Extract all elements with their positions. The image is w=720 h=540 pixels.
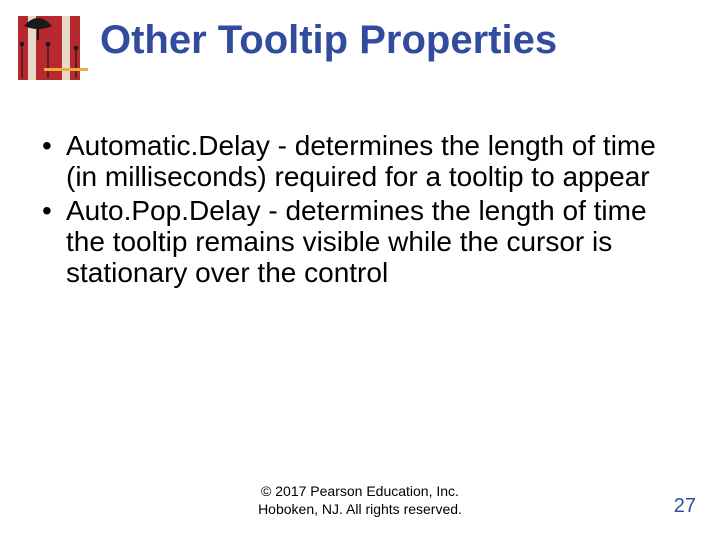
accent-underline	[44, 68, 88, 71]
footer-line: © 2017 Pearson Education, Inc.	[0, 483, 720, 501]
list-item: Auto.Pop.Delay - determines the length o…	[40, 195, 680, 289]
copyright-footer: © 2017 Pearson Education, Inc. Hoboken, …	[0, 483, 720, 518]
list-item: Automatic.Delay - determines the length …	[40, 130, 680, 193]
slide-body: Automatic.Delay - determines the length …	[40, 130, 680, 291]
footer-line: Hoboken, NJ. All rights reserved.	[0, 501, 720, 519]
slide: Other Tooltip Properties Automatic.Delay…	[0, 0, 720, 540]
page-number: 27	[674, 495, 696, 518]
slide-title: Other Tooltip Properties	[100, 18, 690, 62]
bullet-list: Automatic.Delay - determines the length …	[40, 130, 680, 289]
